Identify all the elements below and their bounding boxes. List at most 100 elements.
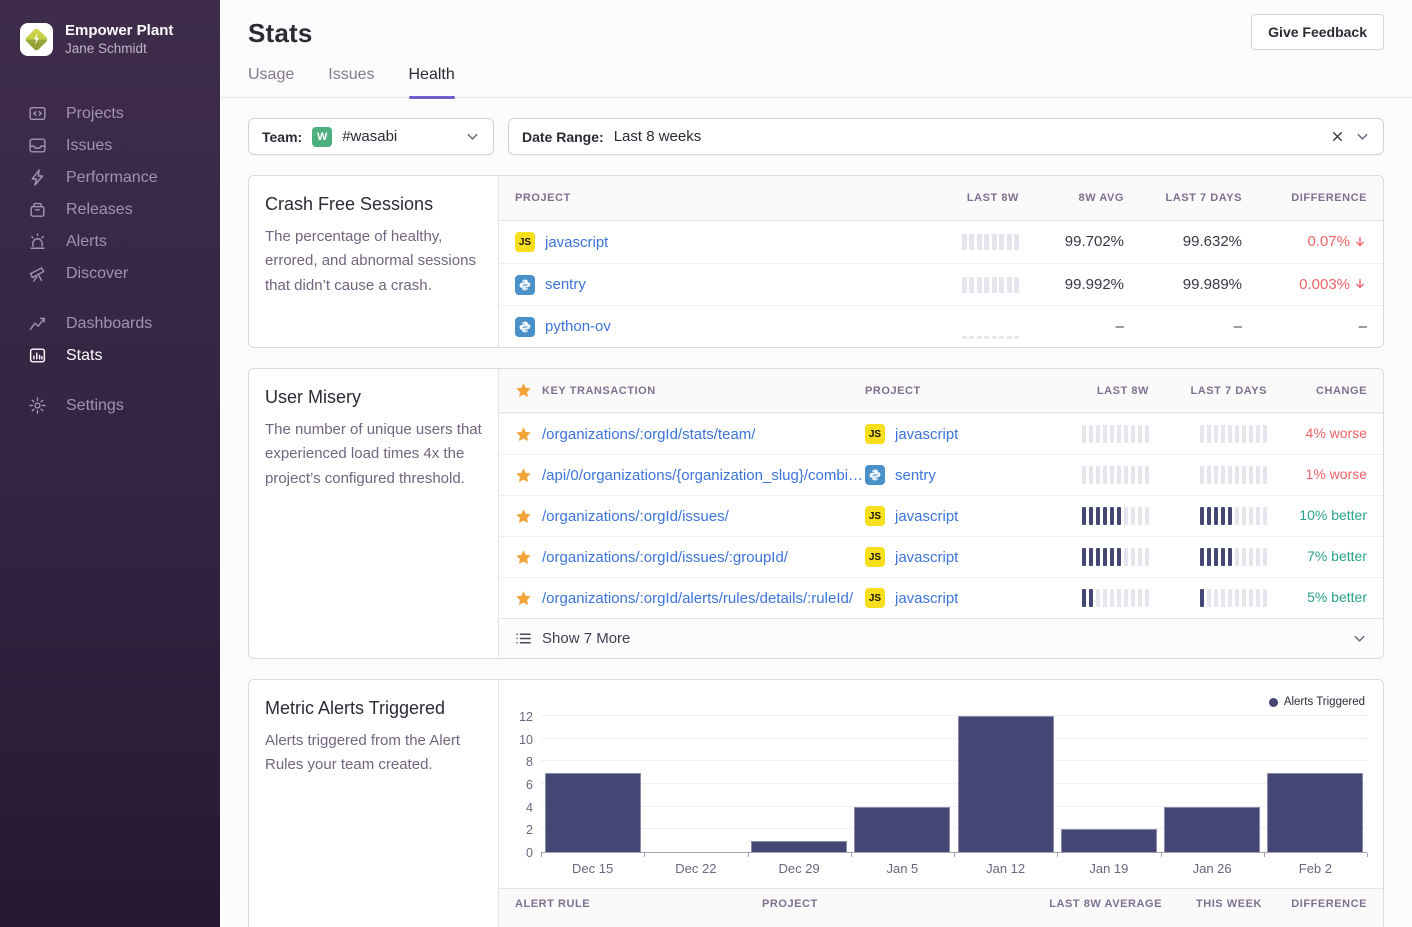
filters: Team: W #wasabi Date Range: Last 8 weeks xyxy=(220,98,1412,155)
sparkline xyxy=(1149,548,1267,566)
project-link[interactable]: javascript xyxy=(895,426,958,443)
x-tick xyxy=(541,853,542,857)
tab-issues[interactable]: Issues xyxy=(328,66,374,97)
sidebar-item-label: Stats xyxy=(66,347,102,365)
user-misery-table-header: Key Transaction Project Last 8W Last 7 D… xyxy=(499,369,1383,413)
give-feedback-button[interactable]: Give Feedback xyxy=(1251,14,1384,50)
chart-legend: Alerts Triggered xyxy=(1269,696,1365,708)
alert-rules-table-header: Alert Rule Project Last 8W Average This … xyxy=(499,888,1383,927)
python-platform-icon xyxy=(515,317,535,337)
sidebar-item-alerts[interactable]: Alerts xyxy=(0,226,220,258)
team-select[interactable]: Team: W #wasabi xyxy=(248,118,494,155)
project-link[interactable]: python-ov xyxy=(545,318,611,335)
sparkline xyxy=(1037,466,1149,484)
org-header[interactable]: Empower Plant Jane Schmidt xyxy=(0,0,220,58)
python-logo-icon xyxy=(868,468,882,482)
tab-health[interactable]: Health xyxy=(409,66,455,97)
transaction-link[interactable]: /api/0/organizations/{organization_slug}… xyxy=(542,467,865,484)
bar-Jan 12 xyxy=(958,716,1054,852)
team-avatar: W xyxy=(312,127,332,147)
sidebar-item-projects[interactable]: Projects xyxy=(0,98,220,130)
project-link[interactable]: javascript xyxy=(895,508,958,525)
last7-value: 99.989% xyxy=(1183,276,1242,293)
star-icon xyxy=(515,549,532,566)
column-header: Difference xyxy=(1262,898,1367,910)
sidebar-item-performance[interactable]: Performance xyxy=(0,162,220,194)
user-misery-rows: /organizations/:orgId/stats/team/JS javas… xyxy=(499,413,1383,618)
transaction-link[interactable]: /organizations/:orgId/issues/ xyxy=(542,508,729,525)
column-header: Key Transaction xyxy=(542,385,656,397)
column-header: This Week xyxy=(1162,898,1262,910)
sparkline xyxy=(889,277,1019,293)
chart-x-axis: Dec 15Dec 22Dec 29Jan 5Jan 12Jan 19Jan 2… xyxy=(541,853,1367,888)
avg-value: – xyxy=(1116,318,1124,335)
project-link[interactable]: javascript xyxy=(545,234,608,251)
python-platform-icon xyxy=(515,275,535,295)
bar-slot xyxy=(1264,717,1367,852)
project-link[interactable]: javascript xyxy=(895,549,958,566)
sidebar-item-dashboards[interactable]: Dashboards xyxy=(0,308,220,340)
avg-value: 99.992% xyxy=(1065,276,1124,293)
x-tick-label: Jan 26 xyxy=(1161,861,1264,876)
javascript-platform-icon: JS xyxy=(865,547,885,567)
x-tick-label: Jan 12 xyxy=(954,861,1057,876)
x-tick-label: Feb 2 xyxy=(1264,861,1367,876)
sparkline xyxy=(1149,425,1267,443)
bolt-icon xyxy=(33,31,40,47)
sidebar-item-issues[interactable]: Issues xyxy=(0,130,220,162)
date-range-value: Last 8 weeks xyxy=(614,128,702,145)
column-header: Last 7 Days xyxy=(1149,385,1267,397)
transaction-link[interactable]: /organizations/:orgId/alerts/rules/detai… xyxy=(542,590,853,607)
y-tick-label: 10 xyxy=(519,733,533,747)
date-range-label: Date Range: xyxy=(522,129,604,145)
javascript-platform-icon: JS xyxy=(865,588,885,608)
show-more-button[interactable]: Show 7 More xyxy=(499,618,1383,658)
panel-description: The number of unique users that experien… xyxy=(265,418,482,491)
arrow-down-icon xyxy=(1353,277,1367,291)
clear-icon[interactable] xyxy=(1330,129,1345,144)
bar-Dec 15 xyxy=(545,773,641,852)
project-link[interactable]: javascript xyxy=(895,590,958,607)
chevron-down-icon xyxy=(1352,631,1367,646)
tab-usage[interactable]: Usage xyxy=(248,66,294,97)
gridline xyxy=(541,715,1367,716)
sidebar-item-settings[interactable]: Settings xyxy=(0,390,220,422)
team-label: Team: xyxy=(262,129,302,145)
tabs: Usage Issues Health xyxy=(220,66,1412,98)
avg-value: 99.702% xyxy=(1065,233,1124,250)
column-header: Alert Rule xyxy=(515,898,762,910)
sidebar-item-discover[interactable]: Discover xyxy=(0,258,220,290)
project-link[interactable]: sentry xyxy=(545,276,586,293)
column-header: Last 8W xyxy=(1037,385,1149,397)
sparkline xyxy=(1037,507,1149,525)
sidebar-item-releases[interactable]: Releases xyxy=(0,194,220,226)
sidebar-item-stats[interactable]: Stats xyxy=(0,340,220,372)
discover-icon xyxy=(28,264,47,283)
project-link[interactable]: sentry xyxy=(895,467,936,484)
alerts-icon xyxy=(28,232,47,251)
last7-value: 99.632% xyxy=(1183,233,1242,250)
transaction-link[interactable]: /organizations/:orgId/issues/:groupId/ xyxy=(542,549,788,566)
sidebar-item-label: Dashboards xyxy=(66,315,152,333)
issues-icon xyxy=(28,136,47,155)
x-tick xyxy=(954,853,955,857)
crash-free-panel: Crash Free Sessions The percentage of he… xyxy=(248,175,1384,348)
bar-Dec 29 xyxy=(751,841,847,852)
user-misery-panel: User Misery The number of unique users t… xyxy=(248,368,1384,659)
star-icon xyxy=(515,467,532,484)
x-tick xyxy=(1367,853,1368,857)
y-tick-label: 4 xyxy=(526,801,533,815)
difference-value: 0.07% xyxy=(1307,233,1367,250)
settings-icon xyxy=(28,396,47,415)
metric-alerts-panel: Metric Alerts Triggered Alerts triggered… xyxy=(248,679,1384,927)
y-tick-label: 6 xyxy=(526,778,533,792)
sparkline xyxy=(889,336,1019,339)
date-range-select[interactable]: Date Range: Last 8 weeks xyxy=(508,118,1384,155)
crash-free-row: JSjavascript99.702%99.632%0.07% xyxy=(499,221,1383,263)
sidebar-item-label: Issues xyxy=(66,137,112,155)
column-header: Difference xyxy=(1242,192,1367,204)
column-header: Last 7 Days xyxy=(1124,192,1242,204)
transaction-link[interactable]: /organizations/:orgId/stats/team/ xyxy=(542,426,755,443)
user-misery-row: /api/0/organizations/{organization_slug}… xyxy=(499,454,1383,495)
panel-title: Metric Alerts Triggered xyxy=(265,698,482,719)
